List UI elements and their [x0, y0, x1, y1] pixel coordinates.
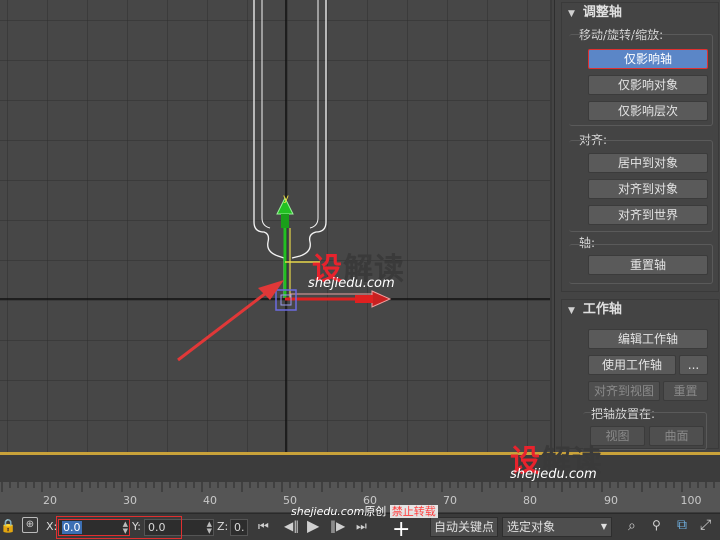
use-working-pivot-button[interactable]: 使用工作轴 — [588, 355, 676, 375]
app-root: y 设解读 shejiedu.com ▼ 调整轴 移动/旋转/缩放: 仅影响轴 仅… — [0, 0, 720, 540]
tick-label: 90 — [604, 494, 618, 507]
watermark-url-2: shejiedu.com — [510, 467, 597, 482]
collapse-triangle-icon: ▼ — [568, 306, 575, 316]
rollout-adjust-pivot-header[interactable]: ▼ 调整轴 — [562, 3, 718, 23]
auto-key-button[interactable]: 自动关键点 — [430, 517, 498, 537]
collapse-triangle-icon: ▼ — [568, 9, 575, 19]
center-to-object-button[interactable]: 居中到对象 — [588, 153, 708, 173]
tick-label: 100 — [680, 494, 702, 507]
lock-icon[interactable]: 🔒 — [0, 519, 16, 534]
affect-object-only-button[interactable]: 仅影响对象 — [588, 75, 708, 95]
zoom-icon[interactable]: ⌕ — [628, 518, 636, 534]
copyright-overlay: shejiedu.com原创 禁止转载 — [291, 505, 438, 518]
rollout-working-pivot-header[interactable]: ▼ 工作轴 — [562, 300, 718, 320]
align-to-view-button[interactable]: 对齐到视图 — [588, 381, 660, 401]
selection-set-dropdown[interactable]: 选定对象 ▼ — [502, 517, 612, 537]
goto-end-icon[interactable]: ⏭ — [356, 519, 367, 534]
affect-pivot-only-button[interactable]: 仅影响轴 — [588, 49, 708, 69]
chevron-down-icon: ▼ — [600, 522, 607, 531]
goto-start-icon[interactable]: ⏮ — [258, 519, 269, 534]
z-label: Z: — [217, 520, 229, 533]
tick-label: 40 — [203, 494, 217, 507]
affect-hierarchy-only-button[interactable]: 仅影响层次 — [588, 101, 708, 121]
place-on-surface-button[interactable]: 曲面 — [649, 426, 704, 446]
zoom-all-icon[interactable]: ⚲ — [652, 518, 661, 532]
set-key-icon[interactable]: + — [392, 517, 410, 540]
absolute-mode-icon[interactable]: ⊕ — [22, 517, 38, 533]
command-panel: ▼ 调整轴 移动/旋转/缩放: 仅影响轴 仅影响对象 仅影响层次 对齐: 居中到对… — [554, 0, 720, 452]
tick-label: 70 — [443, 494, 457, 507]
prev-frame-icon[interactable]: ◀‖ — [284, 519, 299, 533]
viewport[interactable]: y 设解读 shejiedu.com — [0, 0, 552, 452]
zoom-extents-icon[interactable]: ⧉ — [677, 517, 687, 533]
working-pivot-reset-button[interactable]: 重置 — [663, 381, 708, 401]
next-frame-icon[interactable]: ‖▶ — [330, 519, 345, 533]
viewport-grid — [0, 0, 550, 452]
reset-pivot-button[interactable]: 重置轴 — [588, 255, 708, 275]
highlight-box — [56, 516, 182, 539]
tick-label: 30 — [123, 494, 137, 507]
align-to-world-button[interactable]: 对齐到世界 — [588, 205, 708, 225]
watermark-url: shejiedu.com — [308, 276, 395, 291]
tick-label: 20 — [43, 494, 57, 507]
z-coordinate-field[interactable]: 0. — [230, 519, 248, 536]
gizmo-y-label: y — [283, 193, 289, 204]
align-to-object-button[interactable]: 对齐到对象 — [588, 179, 708, 199]
maximize-viewport-icon[interactable]: ⤢ — [700, 517, 711, 533]
tick-label: 80 — [523, 494, 537, 507]
working-pivot-options-button[interactable]: ... — [679, 355, 708, 375]
edit-working-pivot-button[interactable]: 编辑工作轴 — [588, 329, 708, 349]
